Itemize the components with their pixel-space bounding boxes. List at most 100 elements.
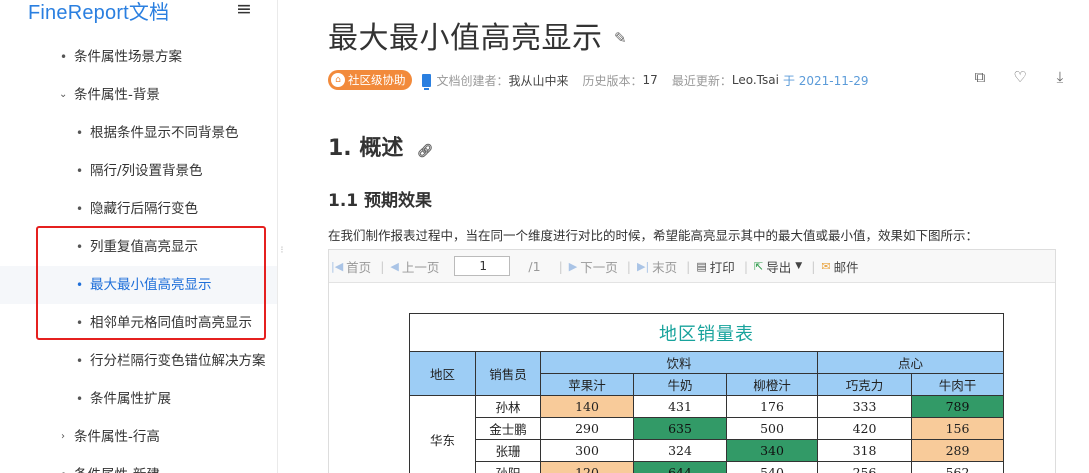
nav-item-background[interactable]: ⌄ 条件属性-背景 [0, 76, 277, 114]
value-cell: 500 [726, 417, 818, 440]
nav-item-duplicate-highlight[interactable]: • 列重复值高亮显示 [0, 228, 277, 266]
prev-page-button[interactable]: ◀ 上一页 [390, 257, 439, 276]
prev-page-label: 上一页 [401, 259, 440, 275]
toolbar-divider: | [743, 258, 749, 274]
nav-item-label: 隐藏行后隔行变色 [90, 201, 198, 217]
value-cell: 156 [911, 417, 1004, 440]
home-icon: ⌂ [331, 73, 345, 87]
updated-user[interactable]: Leo.Tsai [732, 73, 779, 87]
section-heading-text: 1. 概述 [328, 136, 404, 161]
nav-item-label: 最大最小值高亮显示 [90, 277, 212, 293]
header-product: 柳橙汁 [726, 373, 818, 396]
value-cell: 120 [540, 461, 634, 473]
region-cell: 华东 [409, 395, 476, 473]
download-icon[interactable]: ⤓ [1051, 68, 1069, 86]
nav-item-label: 列重复值高亮显示 [90, 239, 198, 255]
report-preview: |◀ 首页 | ◀ 上一页 1 /1 | ▶ 下一页 | ▶| 末页 | ▤ 打印 | ⇱… [328, 249, 1056, 473]
last-page-button[interactable]: ▶| 末页 [637, 257, 677, 276]
badge-label: 社区级协助 [348, 73, 406, 87]
bullet-icon: • [76, 354, 84, 368]
print-button[interactable]: ▤ 打印 [696, 257, 734, 276]
bullet-icon: • [76, 126, 84, 140]
sales-table: 地区销量表 地区 销售员 饮料 点心 苹果汁 牛奶 柳橙汁 巧克力 牛肉干 华东… [409, 313, 1004, 473]
copy-icon[interactable]: ⧉ [971, 68, 989, 86]
salesperson-cell: 孙阳 [475, 461, 541, 473]
nav-item-label: 条件属性场景方案 [74, 49, 182, 65]
nav-item-row-height[interactable]: › 条件属性-行高 [0, 418, 277, 456]
value-cell: 789 [911, 395, 1004, 418]
nav-item-label: 根据条件显示不同背景色 [90, 125, 239, 141]
heart-icon[interactable]: ♡ [1011, 68, 1029, 86]
nav-item-maxmin-highlight[interactable]: • 最大最小值高亮显示 [0, 266, 277, 304]
salesperson-cell: 张珊 [475, 439, 541, 462]
first-page-button[interactable]: |◀ 首页 [331, 257, 371, 276]
history-count[interactable]: 17 [643, 73, 658, 87]
nav-item-condition-extension[interactable]: • 条件属性扩展 [0, 380, 277, 418]
header-product: 苹果汁 [540, 373, 634, 396]
subsection-heading: 1.1 预期效果 [328, 191, 433, 211]
last-page-icon: ▶| [636, 259, 650, 273]
nav-item-hidden-row-stripes[interactable]: • 隐藏行后隔行变色 [0, 190, 277, 228]
bullet-icon: • [76, 202, 84, 216]
main-content: 最大最小值高亮显示 ✎ ⌂ 社区级协助 文档创建者： 我从山中来 历史版本： 1… [300, 0, 1089, 473]
page-title: 最大最小值高亮显示 [328, 21, 603, 56]
export-button[interactable]: ⇱ 导出 ▼ [754, 257, 802, 276]
nav-item-column-stripes-fix[interactable]: • 行分栏隔行变色错位解决方案 [0, 342, 277, 380]
table-row: 张珊 300 324 340 318 289 [410, 439, 1004, 462]
mail-icon: ✉ [821, 259, 831, 273]
value-cell: 644 [633, 461, 727, 473]
updated-date[interactable]: 于 2021-11-29 [783, 72, 869, 89]
header-group-snack: 点心 [817, 351, 1004, 374]
chevron-right-icon[interactable]: › [61, 418, 65, 456]
value-cell: 431 [633, 395, 727, 418]
value-cell: 540 [726, 461, 818, 473]
page-actions: ⧉ ♡ ⤓ [971, 68, 1069, 86]
bullet-icon: • [76, 164, 84, 178]
creator-label: 文档创建者： [436, 73, 509, 88]
first-page-label: 首页 [346, 259, 372, 275]
brand-logo[interactable]: FineReport文档 [28, 0, 169, 25]
value-cell: 333 [817, 395, 912, 418]
last-page-label: 末页 [652, 259, 678, 275]
table-row: 金士鹏 290 635 500 420 156 [410, 417, 1004, 440]
creator-name[interactable]: 我从山中来 [509, 72, 569, 89]
nav-item-scenario[interactable]: • 条件属性场景方案 [0, 38, 277, 76]
page-number-input[interactable]: 1 [454, 256, 511, 276]
bullet-icon: • [60, 456, 67, 473]
header-product: 牛肉干 [911, 373, 1004, 396]
hamburger-icon[interactable]: ≡ [236, 0, 252, 19]
email-button[interactable]: ✉ 邮件 [821, 257, 858, 276]
edit-icon[interactable]: ✎ [614, 29, 627, 47]
value-cell: 318 [817, 439, 912, 462]
section-heading: 1. 概述 🔗︎ [328, 130, 434, 162]
nav-item-adjacent-equal[interactable]: • 相邻单元格同值时高亮显示 [0, 304, 277, 342]
nav-item-bg-by-condition[interactable]: • 根据条件显示不同背景色 [0, 114, 277, 152]
bullet-icon: • [76, 392, 84, 406]
salesperson-cell: 孙林 [475, 395, 541, 418]
nav-item-new[interactable]: • 条件属性-新建 [0, 456, 277, 473]
prev-page-icon: ◀ [390, 259, 399, 273]
intro-paragraph: 在我们制作报表过程中，当在同一个维度进行对比的时候，希望能高亮显示其中的最大值或… [328, 228, 979, 243]
chevron-down-icon[interactable]: ⌄ [59, 76, 67, 114]
value-cell: 290 [540, 417, 634, 440]
sidebar-resize-handle[interactable]: ⁝ [279, 246, 285, 266]
nav-item-alternate-bg[interactable]: • 隔行/列设置背景色 [0, 152, 277, 190]
value-cell: 635 [633, 417, 727, 440]
table-row: 华东 孙林 140 431 176 333 789 [409, 395, 1004, 473]
nav-item-label: 条件属性-背景 [74, 87, 160, 103]
report-title: 地区销量表 [409, 313, 1004, 352]
toolbar-divider: | [811, 258, 816, 274]
header-salesperson: 销售员 [475, 351, 541, 396]
link-icon[interactable]: 🔗︎ [417, 144, 434, 159]
value-cell: 176 [726, 395, 818, 418]
value-cell: 420 [817, 417, 912, 440]
nav-item-label: 行分栏隔行变色错位解决方案 [90, 353, 266, 369]
nav-item-label: 相邻单元格同值时高亮显示 [90, 315, 252, 331]
updated-label: 最近更新： [671, 73, 732, 88]
header-product: 牛奶 [633, 373, 727, 396]
next-page-button[interactable]: ▶ 下一页 [569, 257, 618, 276]
community-badge[interactable]: ⌂ 社区级协助 [328, 70, 412, 90]
toolbar-divider: | [686, 258, 691, 274]
value-cell: 300 [540, 439, 634, 462]
history-label: 历史版本： [582, 73, 643, 88]
